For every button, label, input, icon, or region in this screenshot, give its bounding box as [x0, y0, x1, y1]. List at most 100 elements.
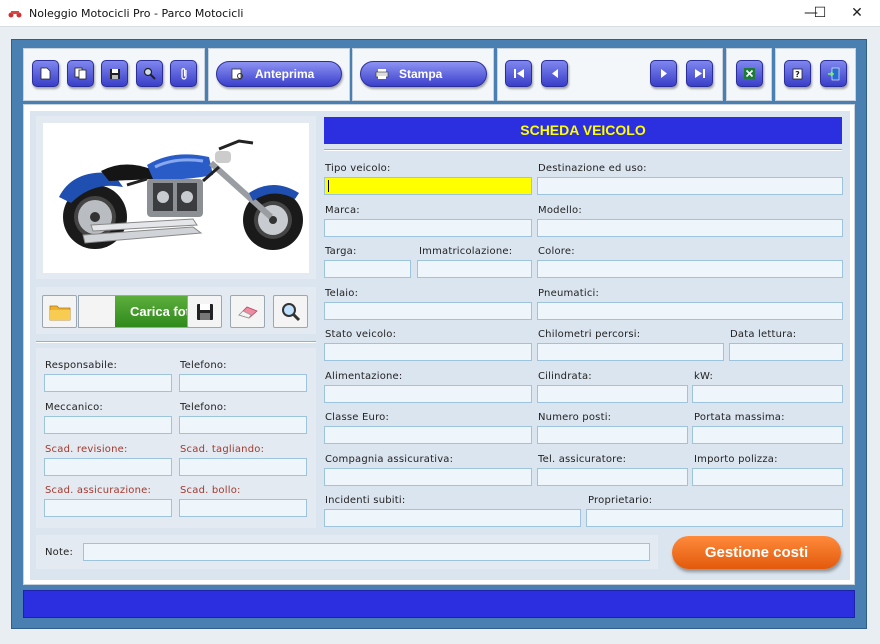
motorcycle-image	[59, 139, 303, 250]
browse-photo-button[interactable]	[42, 295, 77, 328]
pneumatici-label: Pneumatici:	[538, 288, 600, 299]
last-record-button[interactable]	[686, 60, 713, 87]
alimentazione-field[interactable]	[324, 385, 532, 403]
tipo-veicolo-field[interactable]	[324, 177, 532, 195]
search-icon	[143, 67, 156, 80]
importo-polizza-field[interactable]	[692, 468, 843, 486]
marca-field[interactable]	[324, 219, 532, 237]
data-lettura-field[interactable]	[729, 343, 843, 361]
compagnia-label: Compagnia assicurativa:	[325, 454, 454, 465]
kw-label: kW:	[694, 371, 714, 382]
data-lettura-label: Data lettura:	[730, 329, 797, 340]
help-button[interactable]: ?	[784, 60, 811, 87]
telefono-meccanico-label: Telefono:	[180, 402, 227, 413]
responsabile-label: Responsabile:	[45, 360, 118, 371]
pneumatici-field[interactable]	[537, 302, 843, 320]
numero-posti-label: Numero posti:	[538, 412, 612, 423]
responsabile-field[interactable]	[44, 374, 172, 392]
print-button[interactable]: Stampa	[360, 61, 487, 87]
meccanico-label: Meccanico:	[45, 402, 104, 413]
scad-revisione-field[interactable]	[44, 458, 172, 476]
title-bar: Noleggio Motocicli Pro - Parco Motocicli…	[0, 0, 880, 27]
modello-field[interactable]	[537, 219, 843, 237]
incidenti-field[interactable]	[324, 509, 581, 527]
modello-label: Modello:	[538, 205, 582, 216]
folder-icon	[49, 305, 70, 320]
last-record-icon	[694, 69, 705, 78]
preview-label: Anteprima	[255, 67, 315, 81]
proprietario-label: Proprietario:	[588, 495, 653, 506]
telefono-responsabile-label: Telefono:	[180, 360, 227, 371]
preview-button[interactable]: Anteprima	[216, 61, 342, 87]
colore-label: Colore:	[538, 246, 575, 257]
stato-veicolo-label: Stato veicolo:	[325, 329, 397, 340]
toolbar-preview-group: Anteprima	[208, 48, 350, 101]
next-record-button[interactable]	[650, 60, 677, 87]
telefono-meccanico-field[interactable]	[179, 416, 307, 434]
colore-field[interactable]	[537, 260, 843, 278]
alimentazione-label: Alimentazione:	[325, 371, 403, 382]
left-divider	[36, 341, 316, 343]
vehicle-sheet-header: SCHEDA VEICOLO	[324, 117, 842, 144]
toolbar-file-group	[23, 48, 205, 101]
destinazione-field[interactable]	[537, 177, 843, 195]
close-button[interactable]: ✕	[834, 0, 880, 27]
previous-record-button[interactable]	[541, 60, 568, 87]
scad-bollo-field[interactable]	[179, 499, 307, 517]
attach-icon	[180, 67, 187, 80]
help-icon: ?	[792, 68, 803, 79]
immatricolazione-label: Immatricolazione:	[419, 246, 513, 257]
meccanico-field[interactable]	[44, 416, 172, 434]
scad-assicurazione-field[interactable]	[44, 499, 172, 517]
telaio-field[interactable]	[324, 302, 532, 320]
kw-field[interactable]	[692, 385, 843, 403]
cilindrata-label: Cilindrata:	[538, 371, 592, 382]
compagnia-field[interactable]	[324, 468, 532, 486]
toolbar-export-group	[726, 48, 772, 101]
previous-record-icon	[551, 69, 558, 78]
save-photo-button[interactable]	[187, 295, 222, 328]
zoom-photo-button[interactable]	[273, 295, 308, 328]
first-record-button[interactable]	[505, 60, 532, 87]
save-button[interactable]	[101, 60, 128, 87]
search-button[interactable]	[136, 60, 163, 87]
new-icon	[40, 67, 51, 80]
classe-euro-field[interactable]	[324, 426, 532, 444]
copy-button[interactable]	[67, 60, 94, 87]
portata-massima-field[interactable]	[692, 426, 843, 444]
header-divider	[324, 149, 842, 151]
motorcycle-app-icon	[8, 11, 22, 18]
proprietario-field[interactable]	[586, 509, 843, 527]
tel-assicuratore-field[interactable]	[537, 468, 688, 486]
excel-export-button[interactable]	[736, 60, 763, 87]
classe-euro-label: Classe Euro:	[325, 412, 390, 423]
numero-posti-field[interactable]	[537, 426, 688, 444]
cost-management-button[interactable]: Gestione costi	[672, 536, 841, 569]
vehicle-photo	[43, 123, 309, 273]
delete-photo-button[interactable]	[230, 295, 265, 328]
cilindrata-field[interactable]	[537, 385, 688, 403]
copy-icon	[74, 67, 87, 80]
save-icon	[196, 303, 213, 320]
telefono-responsabile-field[interactable]	[179, 374, 307, 392]
toolbar-help-group: ?	[775, 48, 856, 101]
printer-icon	[375, 69, 389, 79]
print-label: Stampa	[399, 67, 443, 81]
attach-button[interactable]	[170, 60, 197, 87]
scad-assicurazione-label: Scad. assicurazione:	[45, 485, 152, 496]
tel-assicuratore-label: Tel. assicuratore:	[538, 454, 627, 465]
immatricolazione-field[interactable]	[417, 260, 532, 278]
scad-tagliando-label: Scad. tagliando:	[180, 444, 265, 455]
importo-polizza-label: Importo polizza:	[694, 454, 778, 465]
stato-veicolo-field[interactable]	[324, 343, 532, 361]
chilometri-field[interactable]	[537, 343, 724, 361]
new-button[interactable]	[32, 60, 59, 87]
targa-field[interactable]	[324, 260, 411, 278]
marca-label: Marca:	[325, 205, 360, 216]
notes-field[interactable]	[83, 543, 650, 561]
scad-tagliando-field[interactable]	[179, 458, 307, 476]
exit-button[interactable]	[820, 60, 847, 87]
photo-toolbar: Carica foto	[36, 287, 316, 334]
preview-icon	[231, 68, 243, 80]
scad-bollo-label: Scad. bollo:	[180, 485, 241, 496]
